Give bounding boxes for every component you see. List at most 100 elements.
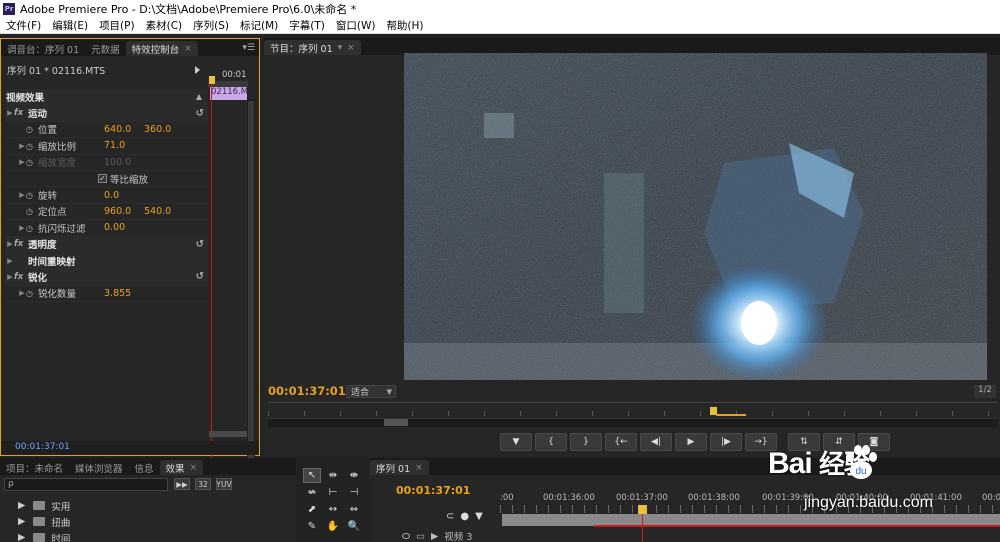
menu-item-7[interactable]: 窗口(W)	[330, 18, 381, 33]
effect-property-row[interactable]: ▶ ◷ 缩放比例 71.0	[6, 138, 208, 155]
effect-property-row[interactable]: ◷ 定位点 960.0 540.0	[6, 204, 208, 221]
close-icon[interactable]: ×	[190, 463, 198, 473]
expand-icon[interactable]: ▶	[431, 531, 438, 542]
tool-button-0[interactable]: ↖	[303, 468, 321, 483]
expand-triangle-icon[interactable]: ▶	[18, 142, 26, 150]
playhead-icon[interactable]	[209, 76, 215, 84]
close-icon[interactable]: ×	[415, 463, 423, 473]
menu-item-8[interactable]: 帮助(H)	[380, 18, 428, 33]
property-value-2[interactable]: 540.0	[144, 206, 171, 217]
zoom-slider[interactable]	[209, 431, 247, 437]
uniform-scale-checkbox[interactable]: ✓	[98, 174, 107, 184]
transport-button-4[interactable]: ◀|	[640, 433, 672, 451]
program-timecode[interactable]: 00:01:37:01	[268, 384, 346, 398]
transport-button-5[interactable]: ▶	[675, 433, 707, 451]
tab-effect-controls-0[interactable]: 调音台：序列 01	[1, 41, 85, 56]
dropdown-icon[interactable]: ▾	[338, 43, 343, 53]
expand-triangle-icon[interactable]: ▶	[18, 532, 25, 542]
eye-icon[interactable]	[402, 533, 410, 539]
transport-button-1[interactable]: {	[535, 433, 567, 451]
expand-triangle-icon[interactable]: ▶	[18, 289, 26, 297]
effect-section-row[interactable]: ▶ fx 运动 ↺	[6, 105, 208, 122]
stopwatch-icon[interactable]: ◷	[26, 142, 36, 151]
effect-section-row[interactable]: ▶ fx 锐化 ↺	[6, 269, 208, 286]
expand-triangle-icon[interactable]: ▶	[18, 158, 26, 166]
stopwatch-icon[interactable]: ◷	[26, 224, 36, 233]
tool-button-11[interactable]: 🔍	[345, 519, 363, 534]
expand-triangle-icon[interactable]: ▶	[18, 191, 26, 199]
fx-toggle-icon[interactable]: fx	[14, 108, 26, 118]
fx-toggle-icon[interactable]: fx	[14, 239, 26, 249]
clip-block[interactable]: 02116.MTS	[210, 87, 247, 100]
tool-button-6[interactable]: ⬈	[303, 502, 321, 517]
menu-item-2[interactable]: 项目(P)	[93, 18, 140, 33]
menu-item-4[interactable]: 序列(S)	[187, 18, 234, 33]
fx-toggle-icon[interactable]: fx	[14, 272, 26, 282]
tab-project-0[interactable]: 项目：未命名	[0, 460, 69, 475]
tab-project-2[interactable]: 信息	[129, 460, 160, 475]
stopwatch-icon[interactable]: ◷	[26, 125, 36, 134]
snap-icon[interactable]: ⊂	[446, 511, 454, 522]
menu-item-5[interactable]: 标记(M)	[234, 18, 283, 33]
tab-project-3[interactable]: 效果 ×	[159, 460, 204, 475]
property-value-2[interactable]: 360.0	[144, 124, 171, 135]
property-value[interactable]: 71.0	[104, 140, 125, 151]
transport-button-6[interactable]: |▶	[710, 433, 742, 451]
tool-button-5[interactable]: ⊣	[345, 485, 363, 500]
property-value[interactable]: 0.00	[104, 222, 125, 233]
tool-button-7[interactable]: ↔	[324, 502, 342, 517]
effect-property-row[interactable]: ✓ 等比缩放	[6, 171, 208, 188]
tool-button-10[interactable]: ✋	[324, 519, 342, 534]
effects-search-input[interactable]: ρ	[4, 478, 168, 491]
scrollbar-thumb[interactable]	[248, 101, 254, 461]
transport-button-0[interactable]: ▼	[500, 433, 532, 451]
effects-bin-item[interactable]: ▶ 时间	[18, 530, 70, 542]
filter-button-1[interactable]: 32	[195, 478, 211, 490]
reset-icon[interactable]: ↺	[196, 108, 204, 119]
property-value[interactable]: 0.0	[104, 190, 119, 201]
property-value[interactable]: 100.0	[104, 157, 131, 168]
menu-item-1[interactable]: 编辑(E)	[46, 18, 93, 33]
tab-effect-controls-1[interactable]: 元数据	[85, 41, 126, 56]
reset-icon[interactable]: ↺	[196, 271, 204, 282]
tab-program[interactable]: 节目：序列 01 ▾ ×	[264, 40, 361, 55]
monitor-zoom-thumb[interactable]	[384, 419, 408, 426]
filter-button-2[interactable]: YUV	[216, 478, 232, 490]
tool-button-8[interactable]: ⇔	[345, 502, 363, 517]
expand-triangle-icon[interactable]: ▶	[18, 516, 25, 527]
transport-button-3[interactable]: {←	[605, 433, 637, 451]
effect-property-row[interactable]: ▶ ◷ 锐化数量 3.855	[6, 286, 208, 303]
effect-section-row[interactable]: ▶ fx 透明度 ↺	[6, 236, 208, 253]
current-timecode[interactable]: 00:01:37:01	[15, 442, 70, 452]
expand-triangle-icon[interactable]: ▶	[18, 500, 25, 511]
property-value[interactable]: 960.0	[104, 206, 131, 217]
effect-section-row[interactable]: ▶ 时间重映射	[6, 252, 208, 270]
effect-property-row[interactable]: ▶ ◷ 旋转 0.0	[6, 187, 208, 204]
timeline-playhead-icon[interactable]	[638, 505, 647, 514]
resolution-select[interactable]: 1/2	[974, 385, 996, 398]
filter-button-0[interactable]: ▶▶	[174, 478, 190, 490]
tab-effect-controls-2[interactable]: 特效控制台 ×	[125, 41, 198, 56]
menu-item-3[interactable]: 素材(C)	[140, 18, 188, 33]
stopwatch-icon[interactable]: ◷	[26, 158, 36, 167]
video-preview[interactable]	[404, 53, 987, 380]
tool-button-9[interactable]: ✎	[303, 519, 321, 534]
close-icon[interactable]: ×	[184, 44, 192, 54]
collapse-arrow-icon[interactable]: ▲	[196, 92, 202, 101]
effects-bin-item[interactable]: ▶ 扭曲	[18, 514, 70, 529]
marker-icon[interactable]: ●	[460, 511, 469, 522]
menu-item-6[interactable]: 字幕(T)	[283, 18, 330, 33]
stopwatch-icon[interactable]: ◷	[26, 289, 36, 298]
menu-item-0[interactable]: 文件(F)	[0, 18, 46, 33]
expand-triangle-icon[interactable]: ▶	[6, 273, 14, 281]
tool-button-4[interactable]: ⊢	[324, 485, 342, 500]
reset-icon[interactable]: ↺	[196, 239, 204, 250]
tool-button-1[interactable]: ⇹	[324, 468, 342, 483]
expand-triangle-icon[interactable]: ▶	[6, 257, 14, 265]
play-arrow-icon[interactable]	[195, 66, 200, 74]
property-value[interactable]: 3.855	[104, 288, 131, 299]
monitor-time-ruler[interactable]	[268, 402, 998, 416]
tab-project-1[interactable]: 媒体浏览器	[69, 460, 129, 475]
timeline-timecode[interactable]: 00:01:37:01	[396, 484, 470, 497]
transport-button-2[interactable]: }	[570, 433, 602, 451]
